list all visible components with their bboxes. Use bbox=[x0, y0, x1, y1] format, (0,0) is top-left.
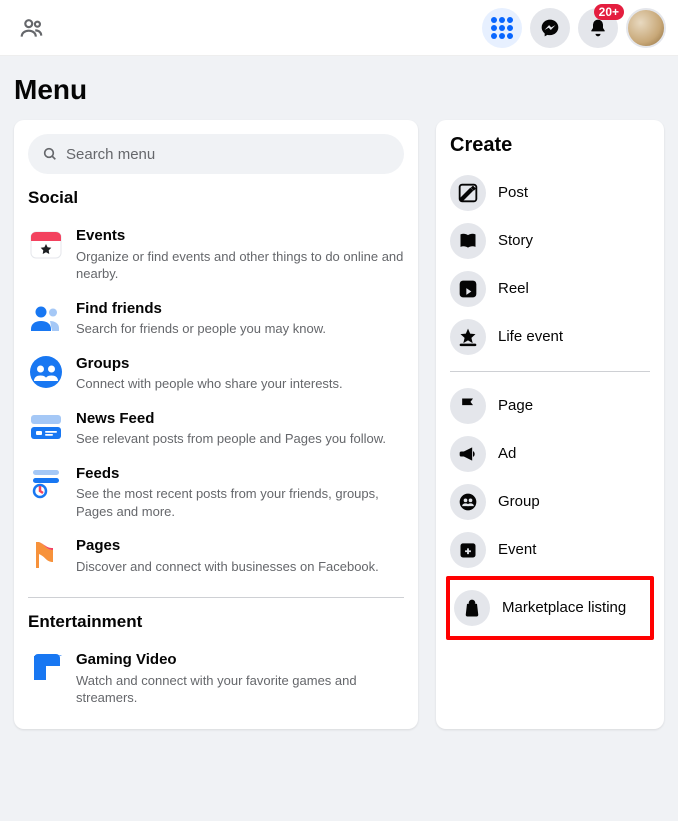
menu-item-events[interactable]: Events Organize or find events and other… bbox=[28, 218, 404, 291]
menu-item-desc: Organize or find events and other things… bbox=[76, 248, 404, 283]
menu-item-desc: See relevant posts from people and Pages… bbox=[76, 430, 404, 448]
create-item-label: Life event bbox=[498, 328, 563, 346]
book-icon bbox=[450, 223, 486, 259]
highlight-box: Marketplace listing bbox=[446, 576, 654, 640]
search-icon bbox=[42, 146, 58, 162]
create-item-label: Reel bbox=[498, 280, 529, 298]
menu-item-feeds[interactable]: Feeds See the most recent posts from you… bbox=[28, 456, 404, 529]
find-friends-icon bbox=[28, 299, 64, 335]
groups-icon bbox=[28, 354, 64, 390]
menu-item-gaming-video[interactable]: Gaming Video Watch and connect with your… bbox=[28, 642, 404, 715]
notifications-badge: 20+ bbox=[594, 4, 624, 20]
menu-item-news-feed[interactable]: News Feed See relevant posts from people… bbox=[28, 401, 404, 456]
create-item-label: Page bbox=[498, 397, 533, 415]
menu-apps-button[interactable] bbox=[482, 8, 522, 48]
menu-item-label: News Feed bbox=[76, 409, 404, 429]
gaming-video-icon bbox=[28, 650, 64, 686]
create-item-story[interactable]: Story bbox=[450, 217, 650, 265]
create-item-label: Post bbox=[498, 184, 528, 202]
create-item-label: Marketplace listing bbox=[502, 599, 626, 617]
edit-icon bbox=[450, 175, 486, 211]
divider bbox=[28, 597, 404, 598]
menu-panel: Social Events Organize or find events an… bbox=[14, 120, 418, 729]
apps-grid-icon bbox=[491, 17, 513, 39]
calendar-plus-icon bbox=[450, 532, 486, 568]
menu-item-label: Events bbox=[76, 226, 404, 246]
menu-item-groups[interactable]: Groups Connect with people who share you… bbox=[28, 346, 404, 401]
menu-item-label: Pages bbox=[76, 536, 404, 556]
create-item-label: Group bbox=[498, 493, 540, 511]
menu-item-label: Groups bbox=[76, 354, 404, 374]
search-input-wrap[interactable] bbox=[28, 134, 404, 174]
section-title-social: Social bbox=[28, 188, 404, 208]
avatar[interactable] bbox=[626, 8, 666, 48]
create-item-event[interactable]: Event bbox=[450, 526, 650, 574]
messenger-icon bbox=[540, 18, 560, 38]
create-item-reel[interactable]: Reel bbox=[450, 265, 650, 313]
create-item-label: Ad bbox=[498, 445, 516, 463]
create-item-ad[interactable]: Ad bbox=[450, 430, 650, 478]
menu-item-label: Find friends bbox=[76, 299, 404, 319]
menu-item-desc: Discover and connect with businesses on … bbox=[76, 558, 404, 576]
create-item-marketplace-listing[interactable]: Marketplace listing bbox=[454, 584, 646, 632]
menu-item-pages[interactable]: Pages Discover and connect with business… bbox=[28, 528, 404, 583]
menu-item-label: Feeds bbox=[76, 464, 404, 484]
flag-icon bbox=[450, 388, 486, 424]
group-icon bbox=[450, 484, 486, 520]
menu-item-desc: Connect with people who share your inter… bbox=[76, 375, 404, 393]
create-item-label: Event bbox=[498, 541, 536, 559]
menu-item-desc: See the most recent posts from your frie… bbox=[76, 485, 404, 520]
create-item-life-event[interactable]: Life event bbox=[450, 313, 650, 361]
feeds-icon bbox=[28, 464, 64, 500]
top-nav: 20+ bbox=[0, 0, 678, 56]
menu-item-desc: Search for friends or people you may kno… bbox=[76, 320, 404, 338]
events-icon bbox=[28, 226, 64, 262]
section-title-entertainment: Entertainment bbox=[28, 612, 404, 632]
reel-icon bbox=[450, 271, 486, 307]
create-panel: Create Post Story Reel Life event bbox=[436, 120, 664, 729]
divider bbox=[450, 371, 650, 372]
shopping-bag-icon bbox=[454, 590, 490, 626]
menu-item-label: Gaming Video bbox=[76, 650, 404, 670]
people-icon[interactable] bbox=[12, 8, 52, 48]
menu-item-desc: Watch and connect with your favorite gam… bbox=[76, 672, 404, 707]
star-icon bbox=[450, 319, 486, 355]
create-item-label: Story bbox=[498, 232, 533, 250]
news-feed-icon bbox=[28, 409, 64, 445]
create-item-group[interactable]: Group bbox=[450, 478, 650, 526]
search-input[interactable] bbox=[66, 146, 390, 163]
create-title: Create bbox=[450, 134, 650, 157]
messenger-button[interactable] bbox=[530, 8, 570, 48]
menu-item-find-friends[interactable]: Find friends Search for friends or peopl… bbox=[28, 291, 404, 346]
create-item-post[interactable]: Post bbox=[450, 169, 650, 217]
page-title: Menu bbox=[0, 56, 678, 120]
megaphone-icon bbox=[450, 436, 486, 472]
bell-icon bbox=[588, 18, 608, 38]
pages-icon bbox=[28, 536, 64, 572]
create-item-page[interactable]: Page bbox=[450, 382, 650, 430]
